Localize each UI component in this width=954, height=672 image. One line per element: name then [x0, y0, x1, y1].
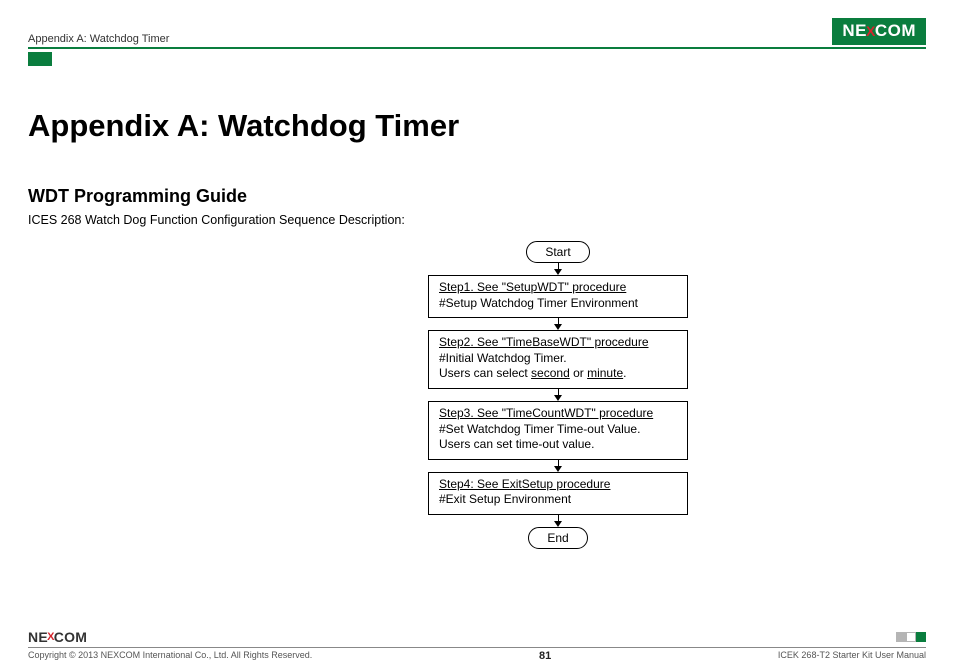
flow-start: Start	[526, 241, 589, 263]
step-title: Step2. See "TimeBaseWDT" procedure	[439, 335, 677, 351]
copyright-text: Copyright © 2013 NEXCOM International Co…	[28, 650, 312, 662]
flow-arrow-icon	[554, 389, 562, 401]
page-title: Appendix A: Watchdog Timer	[28, 108, 926, 144]
page-content: Appendix A: Watchdog Timer WDT Programmi…	[28, 66, 926, 549]
step-body: #Initial Watchdog Timer. Users can selec…	[439, 351, 677, 382]
flow-arrow-icon	[554, 263, 562, 275]
flow-step-1: Step1. See "SetupWDT" procedure #Setup W…	[428, 275, 688, 318]
breadcrumb: Appendix A: Watchdog Timer	[28, 33, 169, 45]
page-footer: NEXCOM Copyright © 2013 NEXCOM Internati…	[28, 629, 926, 662]
step-body: #Setup Watchdog Timer Environment	[439, 296, 677, 312]
step-body: #Exit Setup Environment	[439, 492, 677, 508]
section-description: ICES 268 Watch Dog Function Configuratio…	[28, 213, 926, 227]
footer-accent-icon	[896, 632, 926, 642]
step-title: Step3. See "TimeCountWDT" procedure	[439, 406, 677, 422]
page-number: 81	[539, 650, 551, 662]
flow-arrow-icon	[554, 460, 562, 472]
section-subtitle: WDT Programming Guide	[28, 186, 926, 207]
brand-logo: NEXCOM	[832, 18, 926, 45]
logo-x-icon: X	[866, 23, 876, 39]
flowchart: Start Step1. See "SetupWDT" procedure #S…	[288, 241, 828, 549]
footer-logo: NEXCOM	[28, 629, 87, 645]
page-header: Appendix A: Watchdog Timer NEXCOM	[28, 18, 926, 47]
flow-step-2: Step2. See "TimeBaseWDT" procedure #Init…	[428, 330, 688, 389]
flow-step-4: Step4: See ExitSetup procedure #Exit Set…	[428, 472, 688, 515]
step-title: Step4: See ExitSetup procedure	[439, 477, 677, 493]
flow-step-3: Step3. See "TimeCountWDT" procedure #Set…	[428, 401, 688, 460]
footer-rule	[28, 647, 926, 648]
flow-arrow-icon	[554, 515, 562, 527]
header-rule	[28, 47, 926, 49]
flow-arrow-icon	[554, 318, 562, 330]
doc-title-footer: ICEK 268-T2 Starter Kit User Manual	[778, 650, 926, 662]
header-tab-accent	[28, 52, 52, 66]
step-body: #Set Watchdog Timer Time-out Value. User…	[439, 422, 677, 453]
flow-end: End	[528, 527, 587, 549]
step-title: Step1. See "SetupWDT" procedure	[439, 280, 677, 296]
